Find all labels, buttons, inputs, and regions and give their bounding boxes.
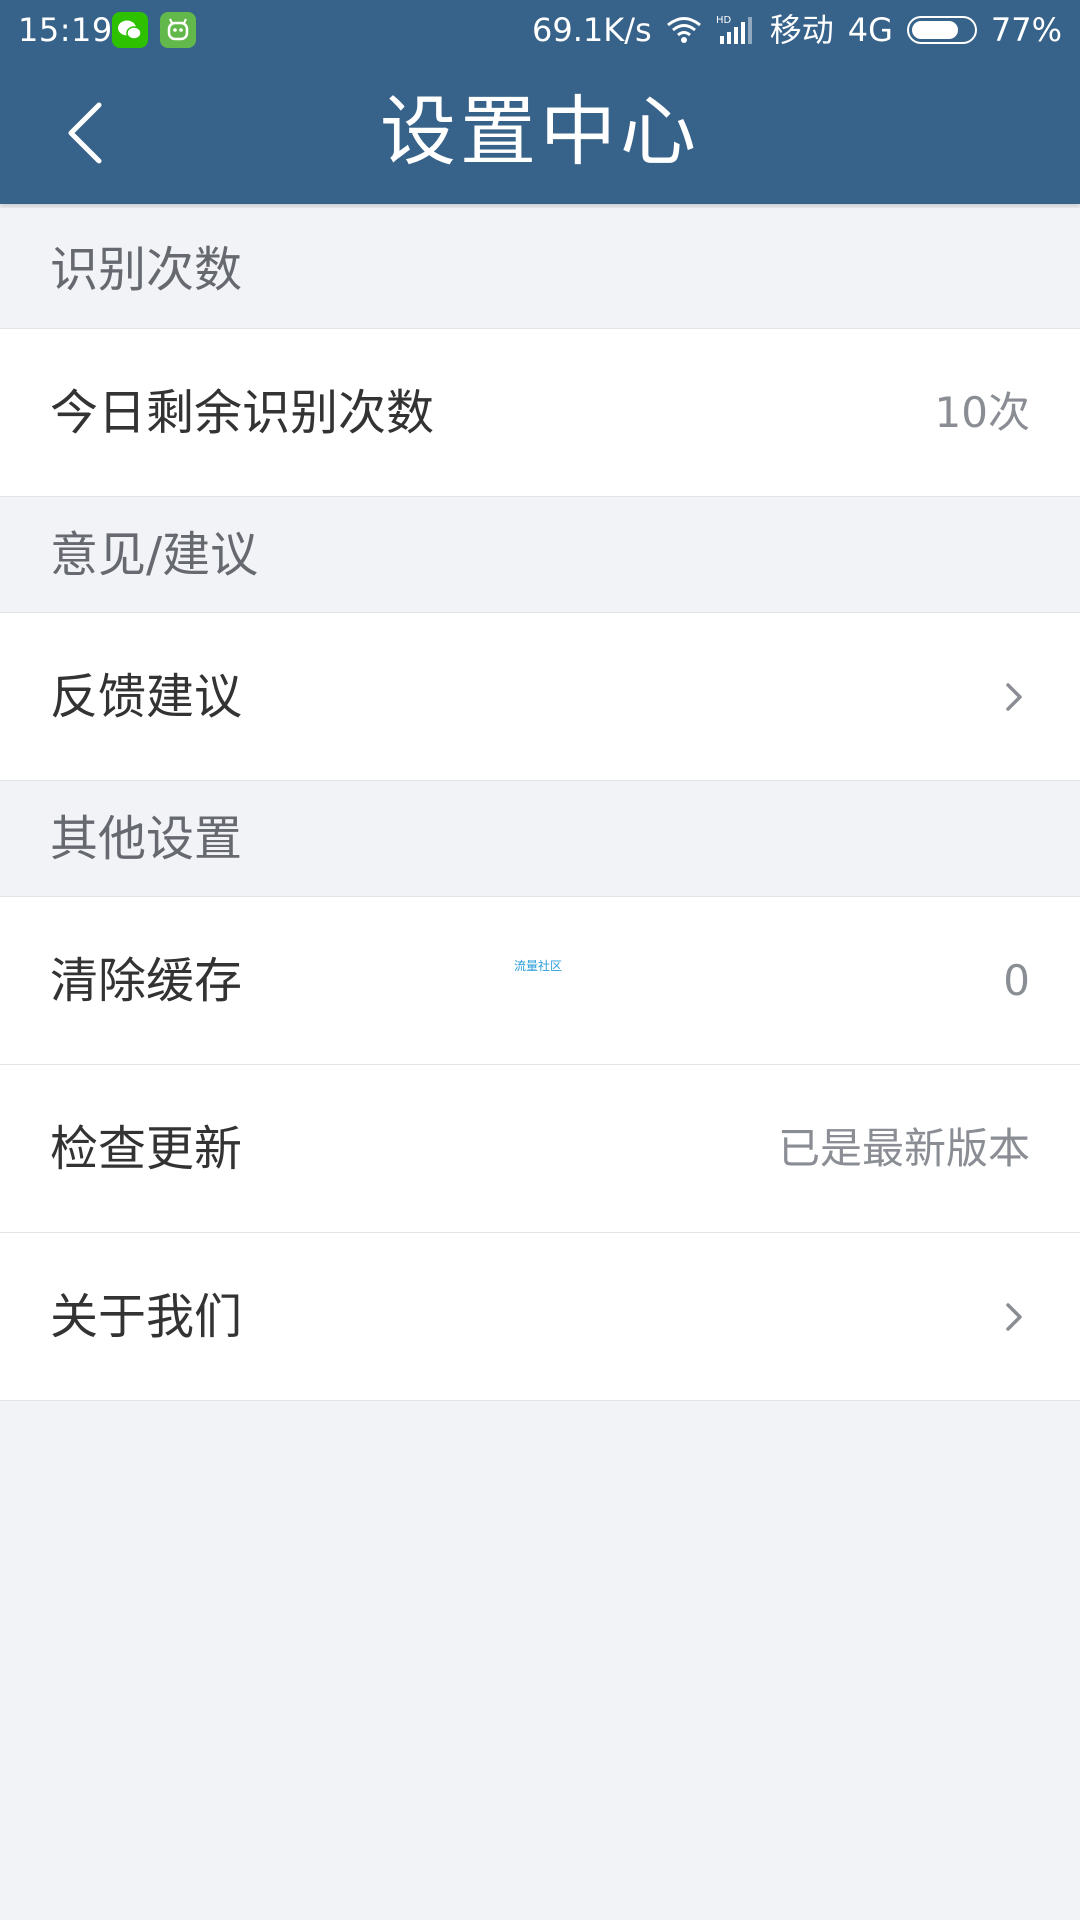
remaining-recognitions-row[interactable]: 今日剩余识别次数 10次	[0, 329, 1080, 497]
remaining-recognitions-value: 10次	[934, 388, 1030, 437]
watermark-text: 流量社区	[514, 959, 563, 973]
about-us-label: 关于我们	[50, 1289, 243, 1345]
chevron-right-icon	[1006, 683, 1022, 711]
clear-cache-label: 清除缓存	[50, 953, 243, 1009]
hd-label: HD	[716, 15, 732, 26]
settings-screen: 15:19 69.1K/s HD 移动 4G 77% 设置中心 识别次数 今日剩…	[0, 0, 1080, 1920]
check-update-row[interactable]: 检查更新 已是最新版本	[0, 1065, 1080, 1233]
chevron-right-icon	[1006, 1303, 1022, 1331]
page-title: 设置中心	[380, 87, 700, 176]
status-bar: 15:19 69.1K/s HD 移动 4G 77%	[0, 0, 1080, 60]
battery-icon	[906, 16, 977, 44]
feedback-row[interactable]: 反馈建议	[0, 613, 1080, 781]
check-update-label: 检查更新	[50, 1121, 243, 1177]
battery-level	[911, 21, 959, 39]
app-header: 设置中心	[0, 60, 1080, 204]
wifi-icon	[666, 16, 702, 44]
section-header-recognition: 识别次数	[0, 208, 1080, 329]
settings-list: 识别次数 今日剩余识别次数 10次 意见/建议 反馈建议 其他设置 清除缓存 流…	[0, 208, 1080, 1401]
signal-icon: HD	[716, 14, 756, 46]
status-time: 15:19	[18, 11, 113, 49]
carrier-label: 移动	[769, 11, 834, 49]
wechat-icon	[112, 12, 148, 48]
update-status-value: 已是最新版本	[777, 1124, 1030, 1173]
clear-cache-row[interactable]: 清除缓存 流量社区 0	[0, 897, 1080, 1065]
feedback-label: 反馈建议	[50, 669, 243, 725]
network-type: 4G	[847, 11, 893, 49]
status-indicators: 69.1K/s HD 移动 4G 77%	[532, 10, 1062, 50]
robot-app-icon	[160, 12, 196, 48]
cache-size-value: 0	[1003, 956, 1030, 1005]
battery-percent: 77%	[990, 11, 1062, 49]
about-us-row[interactable]: 关于我们	[0, 1233, 1080, 1401]
remaining-recognitions-label: 今日剩余识别次数	[50, 385, 435, 441]
section-header-feedback: 意见/建议	[0, 497, 1080, 613]
network-speed: 69.1K/s	[532, 11, 652, 49]
section-header-other: 其他设置	[0, 781, 1080, 897]
